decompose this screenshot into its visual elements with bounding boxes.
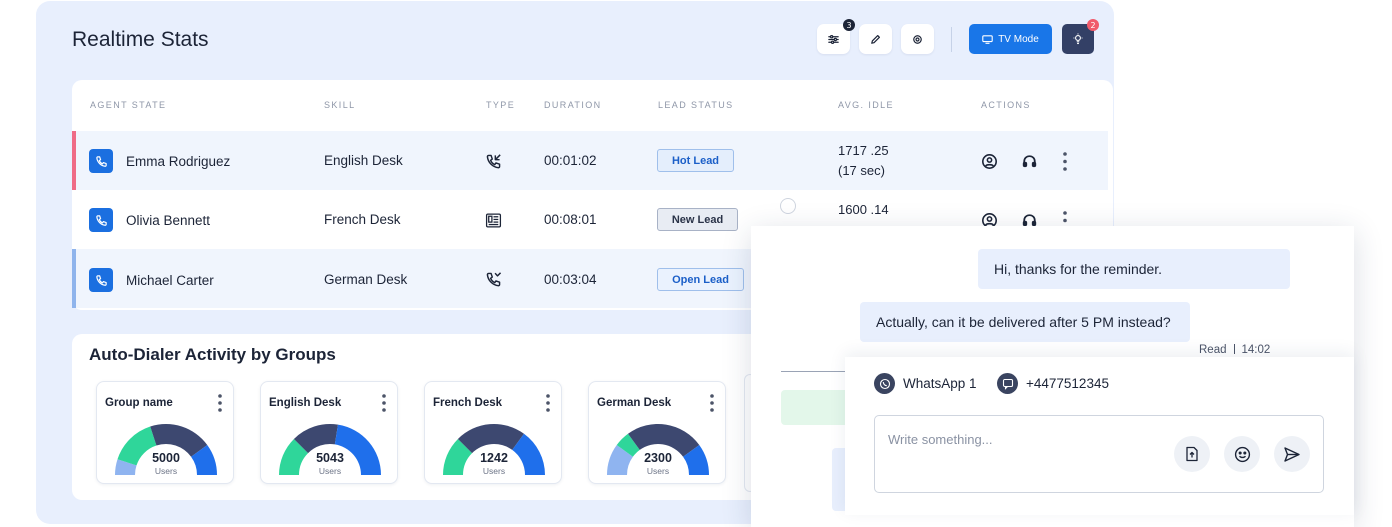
- column-header-agent-state: AGENT STATE: [90, 100, 167, 110]
- agent-name: Michael Carter: [126, 273, 214, 288]
- sliders-icon: [828, 34, 839, 44]
- group-user-unit: Users: [646, 466, 670, 476]
- call-duration: 00:03:04: [544, 272, 597, 287]
- group-card: German Desk 2300 Users: [588, 381, 726, 484]
- call-duration: 00:01:02: [544, 153, 597, 168]
- group-user-unit: Users: [482, 466, 506, 476]
- attach-file-button[interactable]: [1174, 436, 1210, 472]
- toolbar-divider: [951, 27, 952, 52]
- more-options-icon[interactable]: [381, 393, 387, 413]
- radio-button[interactable]: [780, 198, 796, 214]
- background-element: [781, 390, 849, 425]
- channel-name: WhatsApp 1: [903, 376, 977, 391]
- group-card: French Desk 1242 Users: [424, 381, 562, 484]
- lead-status-badge: Hot Lead: [657, 149, 734, 172]
- group-name: Group name: [105, 397, 173, 409]
- read-label: Read: [1199, 344, 1227, 356]
- user-profile-icon[interactable]: [979, 151, 999, 171]
- divider: [781, 371, 849, 372]
- sms-icon: [997, 373, 1018, 394]
- group-user-count: 2300: [644, 451, 672, 465]
- phone-missed-icon: [484, 270, 502, 288]
- more-options-icon[interactable]: [545, 393, 551, 413]
- chat-message-outgoing: Hi, thanks for the reminder.: [978, 249, 1290, 289]
- column-header-skill: SKILL: [324, 100, 356, 110]
- group-user-unit: Users: [154, 466, 178, 476]
- column-header-duration: DURATION: [544, 100, 602, 110]
- phone-selector[interactable]: +4477512345: [997, 373, 1109, 394]
- lightbulb-icon: [1073, 33, 1083, 45]
- column-header-avg-idle: AVG. IDLE: [838, 100, 894, 110]
- message-time: 14:02: [1241, 344, 1271, 356]
- phone-icon: [89, 149, 113, 173]
- avg-idle-value: 1600 .14: [838, 202, 889, 217]
- group-user-count: 5000: [152, 451, 180, 465]
- phone-number: +4477512345: [1026, 376, 1109, 391]
- column-header-type: TYPE: [486, 100, 516, 110]
- filter-count-badge: 3: [843, 19, 855, 31]
- headset-icon[interactable]: [1019, 151, 1039, 171]
- group-card: Group name 5000 Users: [96, 381, 234, 484]
- send-icon: [1284, 446, 1300, 462]
- gear-icon: [913, 34, 922, 44]
- avg-idle-seconds: (17 sec): [838, 163, 885, 178]
- row-state-indicator: [72, 249, 76, 308]
- phone-incoming-icon: [484, 152, 502, 170]
- pencil-icon: [871, 34, 881, 44]
- tv-mode-button[interactable]: TV Mode: [969, 24, 1052, 54]
- smiley-icon: [1234, 446, 1250, 462]
- filter-button[interactable]: 3: [817, 19, 855, 54]
- lead-status-badge: New Lead: [657, 208, 738, 231]
- page-title: Realtime Stats: [72, 28, 209, 51]
- agent-skill: English Desk: [324, 153, 403, 168]
- group-name: French Desk: [433, 397, 503, 409]
- phone-icon: [89, 268, 113, 292]
- theme-toggle-button[interactable]: 2: [1062, 19, 1099, 54]
- column-header-actions: ACTIONS: [981, 100, 1031, 110]
- group-user-unit: Users: [318, 466, 342, 476]
- notification-badge: 2: [1087, 19, 1099, 31]
- document-icon: [484, 211, 502, 229]
- lead-status-badge: Open Lead: [657, 268, 744, 291]
- group-name: German Desk: [597, 397, 672, 409]
- edit-button[interactable]: [859, 24, 892, 54]
- agent-name: Emma Rodriguez: [126, 154, 231, 169]
- agent-skill: German Desk: [324, 272, 408, 287]
- tv-mode-label: TV Mode: [998, 33, 1039, 45]
- call-duration: 00:08:01: [544, 212, 597, 227]
- message-read-status: Read 14:02: [1199, 344, 1270, 356]
- file-upload-icon: [1186, 446, 1198, 462]
- settings-button[interactable]: [901, 24, 934, 54]
- agent-skill: French Desk: [324, 212, 401, 227]
- group-card: English Desk 5043 Users: [260, 381, 398, 484]
- more-options-icon[interactable]: [1059, 150, 1071, 172]
- message-input[interactable]: [888, 432, 1168, 447]
- row-state-indicator: [72, 131, 76, 190]
- auto-dialer-title: Auto-Dialer Activity by Groups: [89, 345, 336, 364]
- group-user-count: 1242: [480, 451, 508, 465]
- channel-selector[interactable]: WhatsApp 1: [874, 373, 977, 394]
- chat-message-incoming: Actually, can it be delivered after 5 PM…: [860, 302, 1190, 342]
- whatsapp-icon: [874, 373, 895, 394]
- avg-idle-value: 1717 .25: [838, 143, 889, 158]
- group-name: English Desk: [269, 397, 342, 409]
- more-options-icon[interactable]: [217, 393, 223, 413]
- phone-icon: [89, 208, 113, 232]
- column-header-lead-status: LEAD STATUS: [658, 100, 734, 110]
- agent-name: Olivia Bennett: [126, 213, 211, 228]
- group-user-count: 5043: [316, 451, 344, 465]
- send-button[interactable]: [1274, 436, 1310, 472]
- emoji-button[interactable]: [1224, 436, 1260, 472]
- monitor-icon: [982, 34, 993, 44]
- more-options-icon[interactable]: [709, 393, 715, 413]
